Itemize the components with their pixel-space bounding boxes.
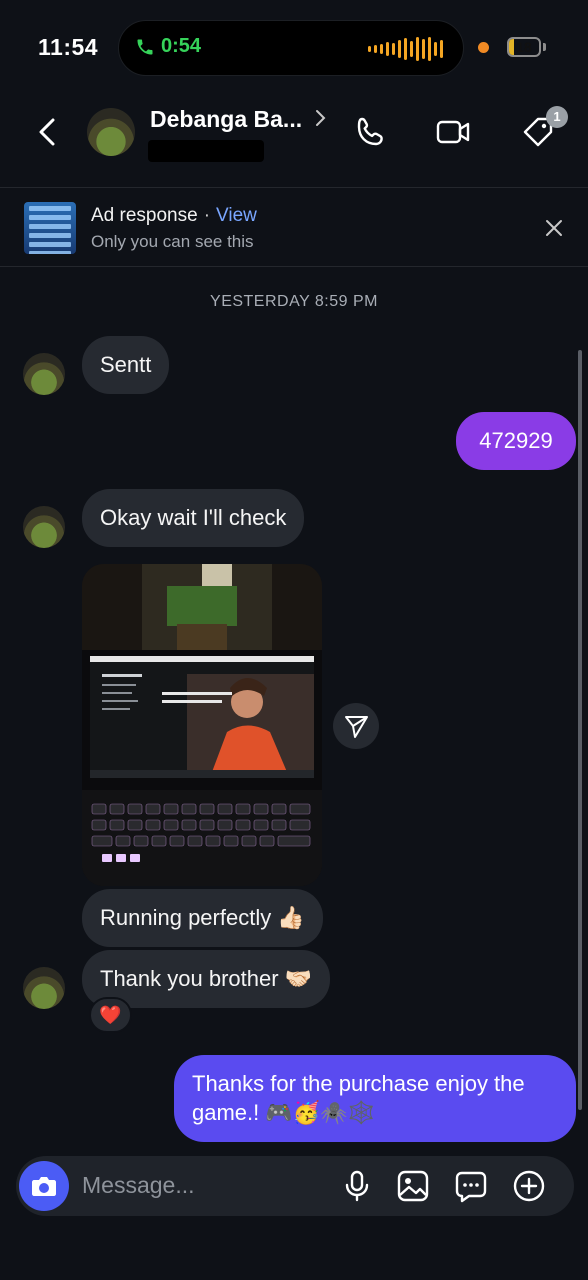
message-bubble-incoming[interactable]: Okay wait I'll check xyxy=(82,489,305,547)
tag-count-badge: 1 xyxy=(546,106,568,128)
chat-header: Debanga Ba... xyxy=(0,96,588,188)
contact-avatar[interactable] xyxy=(87,108,135,156)
ad-response-banner[interactable]: Ad response · View Only you can see this xyxy=(0,187,588,267)
message-bubble-outgoing[interactable]: Thanks for the purchase enjoy the game.!… xyxy=(174,1055,576,1142)
ad-title-row: Ad response · View xyxy=(91,205,257,227)
chevron-right-icon[interactable] xyxy=(313,108,327,128)
scrollbar[interactable] xyxy=(578,350,582,1110)
message-avatar[interactable] xyxy=(23,353,65,395)
audio-waveform-icon xyxy=(368,37,443,61)
redacted-username xyxy=(148,140,264,162)
status-bar: 11:54 0:54 18 xyxy=(0,0,588,96)
battery-tip xyxy=(543,43,546,51)
message-bubble-incoming[interactable]: Sentt xyxy=(82,336,170,394)
message-input[interactable]: Message... xyxy=(82,1172,195,1199)
send-icon xyxy=(345,716,368,738)
microphone-icon[interactable] xyxy=(339,1168,375,1204)
ad-title: Ad response xyxy=(91,205,198,226)
battery-icon: 18 xyxy=(507,37,541,57)
conversation-timestamp: YESTERDAY 8:59 PM xyxy=(210,293,378,310)
share-button[interactable] xyxy=(333,703,379,749)
message-avatar[interactable] xyxy=(23,967,65,1009)
call-duration: 0:54 xyxy=(161,35,202,57)
message-avatar[interactable] xyxy=(23,506,65,548)
sticker-chat-icon[interactable] xyxy=(453,1168,489,1204)
phone-icon xyxy=(137,39,153,54)
add-icon[interactable] xyxy=(511,1168,547,1204)
video-call-icon[interactable] xyxy=(435,114,471,150)
contact-name[interactable]: Debanga Ba... xyxy=(150,106,302,133)
close-icon[interactable] xyxy=(543,217,565,239)
back-chevron-icon[interactable] xyxy=(30,114,66,150)
camera-button[interactable] xyxy=(19,1161,69,1211)
dynamic-island-call[interactable]: 0:54 xyxy=(118,20,464,76)
ad-thumbnail[interactable] xyxy=(24,202,76,254)
battery-level: 18 xyxy=(516,39,532,55)
camera-icon xyxy=(32,1177,56,1196)
voice-call-icon[interactable] xyxy=(353,114,389,150)
ad-view-link[interactable]: View xyxy=(216,205,257,226)
status-time: 11:54 xyxy=(38,34,99,60)
photo-message-laptop[interactable] xyxy=(82,564,322,886)
privacy-indicator-dot xyxy=(478,42,489,53)
ad-separator: · xyxy=(203,205,211,226)
message-bubble-incoming[interactable]: Running perfectly 👍🏻 xyxy=(82,889,323,947)
laptop-photo-image xyxy=(82,564,322,886)
ad-subtitle: Only you can see this xyxy=(91,232,254,251)
call-indicator: 0:54 xyxy=(135,35,201,58)
heart-reaction[interactable]: ❤️ xyxy=(89,997,132,1033)
message-composer: Message... xyxy=(16,1156,574,1216)
message-bubble-outgoing[interactable]: 472929 xyxy=(456,412,576,470)
gallery-icon[interactable] xyxy=(395,1168,431,1204)
